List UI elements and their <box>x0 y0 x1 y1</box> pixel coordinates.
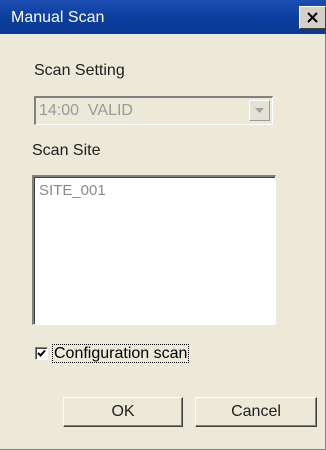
scan-site-listbox[interactable]: SITE_001 <box>32 175 276 325</box>
title-bar[interactable]: Manual Scan <box>0 0 326 34</box>
ok-button[interactable]: OK <box>63 397 183 427</box>
close-button[interactable] <box>299 6 326 29</box>
close-icon <box>307 12 318 23</box>
manual-scan-dialog: Manual Scan Scan Setting 14:00 VALID Sca… <box>0 0 326 450</box>
checkmark-icon <box>37 349 46 357</box>
scan-setting-dropdown[interactable]: 14:00 VALID <box>34 96 273 125</box>
scan-setting-label: Scan Setting <box>34 62 125 79</box>
window-title: Manual Scan <box>11 9 105 26</box>
configuration-scan-label[interactable]: Configuration scan <box>52 344 190 363</box>
scan-setting-value: 14:00 VALID <box>39 102 133 119</box>
list-item[interactable]: SITE_001 <box>39 182 106 199</box>
chevron-down-icon <box>255 108 264 113</box>
scan-site-label: Scan Site <box>32 142 101 159</box>
configuration-scan-checkbox[interactable] <box>35 347 48 360</box>
cancel-button[interactable]: Cancel <box>195 397 317 427</box>
dropdown-button[interactable] <box>249 100 270 121</box>
